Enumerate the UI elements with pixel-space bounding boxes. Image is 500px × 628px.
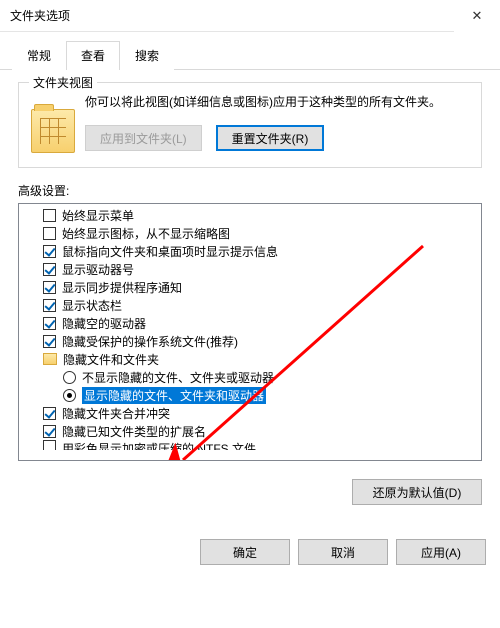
radio-icon[interactable] — [63, 389, 76, 402]
advanced-settings-label: 高级设置: — [18, 182, 482, 199]
checkbox-icon[interactable] — [43, 425, 56, 438]
tree-item[interactable]: 始终显示菜单 — [19, 206, 481, 224]
tree-item[interactable]: 隐藏空的驱动器 — [19, 314, 481, 332]
tree-item[interactable]: 鼠标指向文件夹和桌面项时显示提示信息 — [19, 242, 481, 260]
titlebar: 文件夹选项 ✕ — [0, 0, 500, 32]
apply-button[interactable]: 应用(A) — [396, 539, 486, 565]
tree-item-group[interactable]: 隐藏文件和文件夹 — [19, 350, 481, 368]
close-button[interactable]: ✕ — [454, 0, 500, 32]
groupbox-label: 文件夹视图 — [29, 74, 97, 91]
tab-search[interactable]: 搜索 — [120, 41, 174, 70]
folder-icon — [31, 109, 75, 153]
tree-item-radio[interactable]: 不显示隐藏的文件、文件夹或驱动器 — [19, 368, 481, 386]
folder-view-group: 文件夹视图 你可以将此视图(如详细信息或图标)应用于这种类型的所有文件夹。 应用… — [18, 82, 482, 168]
tab-bar: 常规 查看 搜索 — [0, 32, 500, 70]
tree-item[interactable]: 用彩色显示加密或压缩的 NTFS 文件 — [19, 440, 481, 450]
reset-folders-button[interactable]: 重置文件夹(R) — [216, 125, 325, 151]
checkbox-icon[interactable] — [43, 440, 56, 450]
restore-defaults-button[interactable]: 还原为默认值(D) — [352, 479, 482, 505]
groupbox-desc: 你可以将此视图(如详细信息或图标)应用于这种类型的所有文件夹。 — [85, 93, 469, 111]
checkbox-icon[interactable] — [43, 299, 56, 312]
dialog-buttons: 确定 取消 应用(A) — [0, 519, 500, 577]
checkbox-icon[interactable] — [43, 227, 56, 240]
ok-button[interactable]: 确定 — [200, 539, 290, 565]
window-title: 文件夹选项 — [10, 7, 70, 24]
tree-item-radio[interactable]: 显示隐藏的文件、文件夹和驱动器 — [19, 386, 481, 404]
tree-item[interactable]: 隐藏受保护的操作系统文件(推荐) — [19, 332, 481, 350]
tree-item[interactable]: 隐藏文件夹合并冲突 — [19, 404, 481, 422]
checkbox-icon[interactable] — [43, 335, 56, 348]
tab-view[interactable]: 查看 — [66, 41, 120, 70]
checkbox-icon[interactable] — [43, 263, 56, 276]
advanced-settings-tree[interactable]: 始终显示菜单 始终显示图标，从不显示缩略图 鼠标指向文件夹和桌面项时显示提示信息… — [18, 203, 482, 461]
tree-item[interactable]: 显示同步提供程序通知 — [19, 278, 481, 296]
tree-item[interactable]: 始终显示图标，从不显示缩略图 — [19, 224, 481, 242]
apply-to-folders-button[interactable]: 应用到文件夹(L) — [85, 125, 202, 151]
tab-general[interactable]: 常规 — [12, 41, 66, 70]
checkbox-icon[interactable] — [43, 245, 56, 258]
tree-item[interactable]: 显示驱动器号 — [19, 260, 481, 278]
tab-content: 文件夹视图 你可以将此视图(如详细信息或图标)应用于这种类型的所有文件夹。 应用… — [0, 70, 500, 469]
cancel-button[interactable]: 取消 — [298, 539, 388, 565]
tree-item[interactable]: 隐藏已知文件类型的扩展名 — [19, 422, 481, 440]
checkbox-icon[interactable] — [43, 317, 56, 330]
folder-icon — [43, 353, 57, 365]
tree-item[interactable]: 显示状态栏 — [19, 296, 481, 314]
checkbox-icon[interactable] — [43, 281, 56, 294]
radio-icon[interactable] — [63, 371, 76, 384]
close-icon: ✕ — [472, 8, 483, 24]
checkbox-icon[interactable] — [43, 209, 56, 222]
checkbox-icon[interactable] — [43, 407, 56, 420]
